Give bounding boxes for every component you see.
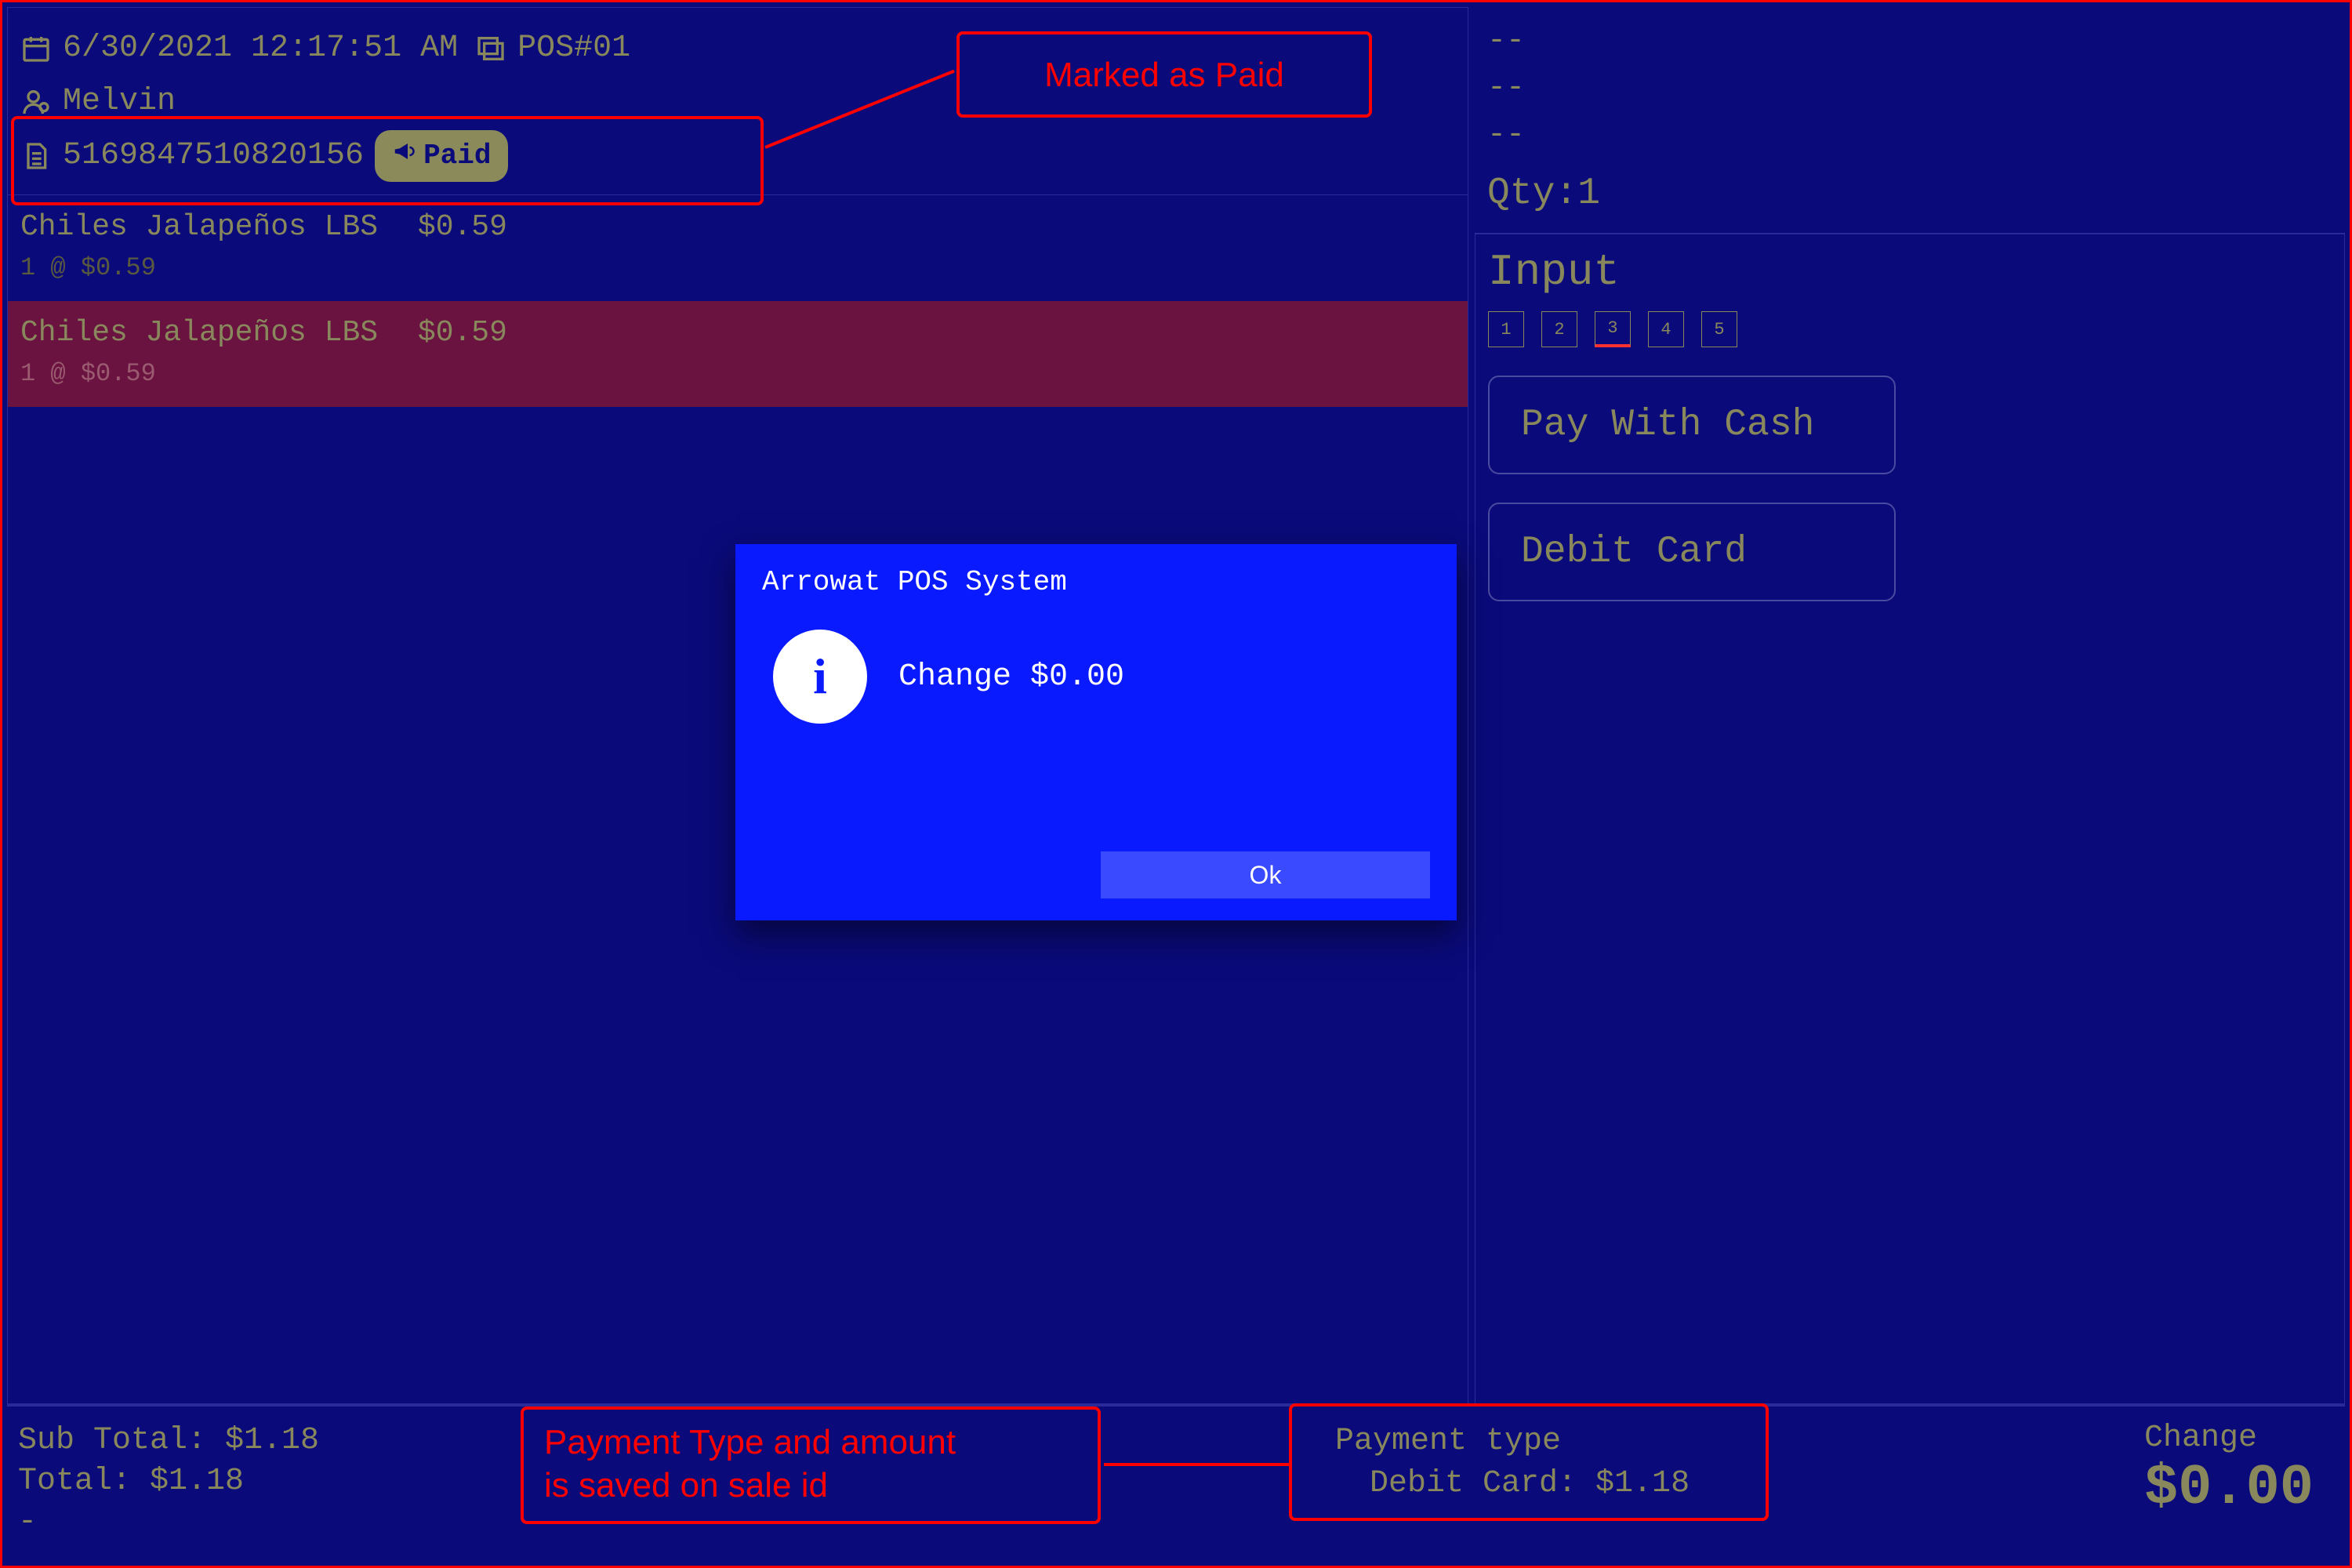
change-block: Change $0.00 — [2144, 1421, 2314, 1520]
change-amount: $0.00 — [2144, 1456, 2314, 1520]
input-title: Input — [1488, 247, 2332, 297]
item-qty-line: 1 @ $0.59 — [20, 249, 1455, 287]
side-line: -- — [1487, 65, 2332, 112]
change-dialog: Arrowat POS System i Change $0.00 Ok — [735, 544, 1457, 920]
sale-id: 5169847510820156 — [63, 131, 364, 181]
sub-total: Sub Total: $1.18 — [18, 1421, 319, 1461]
document-icon — [20, 140, 52, 172]
info-icon: i — [773, 630, 867, 724]
side-line: -- — [1487, 112, 2332, 159]
paid-label: Paid — [423, 133, 491, 179]
right-column: -- -- -- Qty:1 Input 1 2 3 4 5 Pay With … — [1475, 7, 2345, 1404]
user-icon — [20, 86, 52, 118]
side-info: -- -- -- Qty:1 — [1475, 7, 2345, 234]
payment-type-line: Debit Card: $1.18 — [1335, 1463, 1690, 1505]
change-label: Change — [2144, 1421, 2314, 1456]
num-button-2[interactable]: 2 — [1541, 311, 1577, 347]
megaphone-icon — [392, 133, 416, 179]
dialog-message: Change $0.00 — [898, 659, 1124, 695]
total-extra: - — [18, 1502, 319, 1543]
calendar-icon — [20, 33, 52, 64]
payment-type-block: Payment type Debit Card: $1.18 — [1335, 1421, 1690, 1505]
item-price: $0.59 — [418, 310, 507, 355]
num-button-4[interactable]: 4 — [1648, 311, 1684, 347]
number-row: 1 2 3 4 5 — [1488, 311, 2332, 347]
item-qty-line: 1 @ $0.59 — [20, 355, 1455, 393]
datetime-text: 6/30/2021 12:17:51 AM — [63, 24, 458, 74]
paid-badge: Paid — [375, 130, 508, 182]
item-name: Chiles Jalapeños LBS — [20, 205, 378, 249]
dialog-ok-button[interactable]: Ok — [1101, 851, 1430, 898]
qty-label: Qty:1 — [1487, 165, 2332, 222]
num-button-5[interactable]: 5 — [1701, 311, 1737, 347]
num-button-1[interactable]: 1 — [1488, 311, 1524, 347]
item-price: $0.59 — [418, 205, 507, 249]
pay-cash-button[interactable]: Pay With Cash — [1488, 376, 1896, 474]
input-panel: Input 1 2 3 4 5 Pay With Cash Debit Card — [1475, 234, 2345, 1404]
payment-type-header: Payment type — [1335, 1421, 1690, 1463]
dialog-title: Arrowat POS System — [762, 566, 1430, 598]
list-item[interactable]: Chiles Jalapeños LBS $0.59 1 @ $0.59 — [8, 195, 1468, 301]
total: Total: $1.18 — [18, 1461, 319, 1502]
terminal-text: POS#01 — [517, 24, 630, 74]
cashier-name: Melvin — [63, 77, 176, 127]
terminal-icon — [475, 33, 506, 64]
totals-block: Sub Total: $1.18 Total: $1.18 - — [18, 1421, 319, 1543]
sale-header: 6/30/2021 12:17:51 AM POS#01 Melvin — [8, 8, 1468, 195]
side-line: -- — [1487, 18, 2332, 65]
num-button-3[interactable]: 3 — [1595, 311, 1631, 347]
debit-card-button[interactable]: Debit Card — [1488, 503, 1896, 601]
list-item[interactable]: Chiles Jalapeños LBS $0.59 1 @ $0.59 — [8, 301, 1468, 407]
item-name: Chiles Jalapeños LBS — [20, 310, 378, 355]
bottom-bar: Sub Total: $1.18 Total: $1.18 - Payment … — [7, 1404, 2345, 1561]
